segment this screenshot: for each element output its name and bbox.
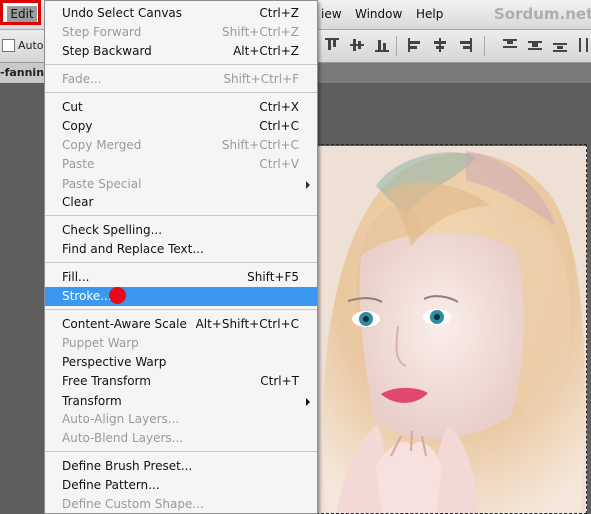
menu-item-fill[interactable]: Fill... Shift+F5 — [45, 268, 317, 287]
menu-item-label: Cut — [62, 100, 83, 114]
menu-item-shortcut: Alt+Shift+Ctrl+C — [195, 317, 299, 331]
click-marker-icon — [109, 287, 126, 304]
menu-item-label: Check Spelling... — [62, 223, 163, 237]
menu-item-shortcut: Shift+F5 — [247, 270, 299, 284]
menu-separator — [45, 92, 317, 93]
menu-item-label: Define Brush Preset... — [62, 459, 193, 473]
submenu-arrow-icon — [306, 181, 310, 189]
menu-item-label: Find and Replace Text... — [62, 242, 204, 256]
edit-menu: Undo Select Canvas Ctrl+Z Step Forward S… — [44, 0, 318, 514]
menu-help[interactable]: Help — [416, 7, 443, 21]
menu-item-shortcut: Shift+Ctrl+Z — [222, 25, 299, 39]
menu-item-shortcut: Ctrl+T — [260, 374, 299, 388]
menu-item-perspective-warp[interactable]: Perspective Warp — [45, 353, 317, 372]
menu-item-find-replace[interactable]: Find and Replace Text... — [45, 240, 317, 259]
menu-item-stroke[interactable]: Stroke... — [45, 287, 317, 306]
menu-separator — [45, 451, 317, 452]
menu-item-label: Paste Special — [62, 177, 142, 191]
separator — [484, 36, 485, 56]
menu-item-shortcut: Alt+Ctrl+Z — [233, 44, 299, 58]
menu-item-label: Free Transform — [62, 374, 151, 388]
menu-item-label: Auto-Align Layers... — [62, 412, 180, 426]
menu-item-step-backward[interactable]: Step Backward Alt+Ctrl+Z — [45, 42, 317, 61]
menu-separator — [45, 262, 317, 263]
menu-item-free-transform[interactable]: Free Transform Ctrl+T — [45, 372, 317, 391]
menu-item-define-pattern[interactable]: Define Pattern... — [45, 476, 317, 495]
menu-item-label: Fade... — [62, 72, 102, 86]
menu-item-auto-align-layers[interactable]: Auto-Align Layers... — [45, 410, 317, 429]
menu-item-label: Copy — [62, 119, 93, 133]
menu-view[interactable]: iew — [321, 7, 342, 21]
menu-item-paste-special[interactable]: Paste Special — [45, 175, 317, 194]
menu-item-auto-blend-layers[interactable]: Auto-Blend Layers... — [45, 429, 317, 448]
menu-item-label: Perspective Warp — [62, 355, 167, 369]
distribute-top-icon[interactable] — [503, 38, 517, 52]
menu-separator — [45, 64, 317, 65]
menu-item-content-aware-scale[interactable]: Content-Aware Scale Alt+Shift+Ctrl+C — [45, 315, 317, 334]
menu-item-label: Fill... — [62, 270, 90, 284]
menu-item-shortcut: Ctrl+Z — [259, 6, 299, 20]
align-left-icon[interactable] — [408, 38, 422, 52]
menu-item-label: Content-Aware Scale — [62, 317, 187, 331]
distribute-bottom-icon[interactable] — [553, 38, 567, 52]
menu-item-shortcut: Ctrl+C — [259, 119, 299, 133]
distribute-vcenter-icon[interactable] — [528, 38, 542, 52]
menu-item-check-spelling[interactable]: Check Spelling... — [45, 221, 317, 240]
edit-menu-label: Edit — [7, 6, 37, 22]
menu-item-label: Step Backward — [62, 44, 152, 58]
watermark: Sordum.net — [494, 5, 591, 23]
menu-item-puppet-warp[interactable]: Puppet Warp — [45, 334, 317, 353]
menu-item-cut[interactable]: Cut Ctrl+X — [45, 98, 317, 117]
menu-item-label: Define Custom Shape... — [62, 497, 204, 511]
align-hcenter-icon[interactable] — [433, 38, 447, 52]
edit-menu-button[interactable]: Edit — [0, 0, 41, 25]
menu-item-paste[interactable]: Paste Ctrl+V — [45, 155, 317, 174]
align-right-icon[interactable] — [458, 38, 472, 52]
menu-item-label: Stroke... — [62, 289, 112, 303]
menu-separator — [45, 215, 317, 216]
menu-item-shortcut: Shift+Ctrl+F — [223, 72, 299, 86]
menu-item-undo-select-canvas[interactable]: Undo Select Canvas Ctrl+Z — [45, 4, 317, 23]
menu-item-label: Transform — [62, 394, 122, 408]
separator — [396, 36, 397, 56]
selection-marquee — [316, 144, 587, 514]
menu-item-label: Step Forward — [62, 25, 142, 39]
menu-item-label: Copy Merged — [62, 138, 142, 152]
align-vcenter-icon[interactable] — [350, 38, 364, 52]
submenu-arrow-icon — [306, 398, 310, 406]
menu-item-fade[interactable]: Fade... Shift+Ctrl+F — [45, 70, 317, 89]
menu-item-define-custom-shape[interactable]: Define Custom Shape... — [45, 495, 317, 514]
menu-item-label: Paste — [62, 157, 95, 171]
menu-item-shortcut: Ctrl+X — [259, 100, 299, 114]
menu-item-transform[interactable]: Transform — [45, 392, 317, 411]
menu-item-label: Puppet Warp — [62, 336, 139, 350]
menu-item-define-brush-preset[interactable]: Define Brush Preset... — [45, 457, 317, 476]
menu-item-copy[interactable]: Copy Ctrl+C — [45, 117, 317, 136]
distribute-left-icon[interactable] — [578, 38, 591, 52]
menu-item-label: Clear — [62, 195, 94, 209]
menu-separator — [45, 309, 317, 310]
align-top-icon[interactable] — [325, 38, 339, 52]
menu-item-label: Auto-Blend Layers... — [62, 431, 184, 445]
menu-item-label: Define Pattern... — [62, 478, 160, 492]
menu-item-step-forward[interactable]: Step Forward Shift+Ctrl+Z — [45, 23, 317, 42]
menu-item-shortcut: Ctrl+V — [259, 157, 299, 171]
menu-window[interactable]: Window — [355, 7, 402, 21]
menu-item-copy-merged[interactable]: Copy Merged Shift+Ctrl+C — [45, 136, 317, 155]
menu-item-label: Undo Select Canvas — [62, 6, 183, 20]
menu-item-clear[interactable]: Clear — [45, 193, 317, 212]
align-bottom-icon[interactable] — [375, 38, 389, 52]
menu-item-shortcut: Shift+Ctrl+C — [221, 138, 299, 152]
auto-select-checkbox[interactable] — [2, 39, 15, 52]
